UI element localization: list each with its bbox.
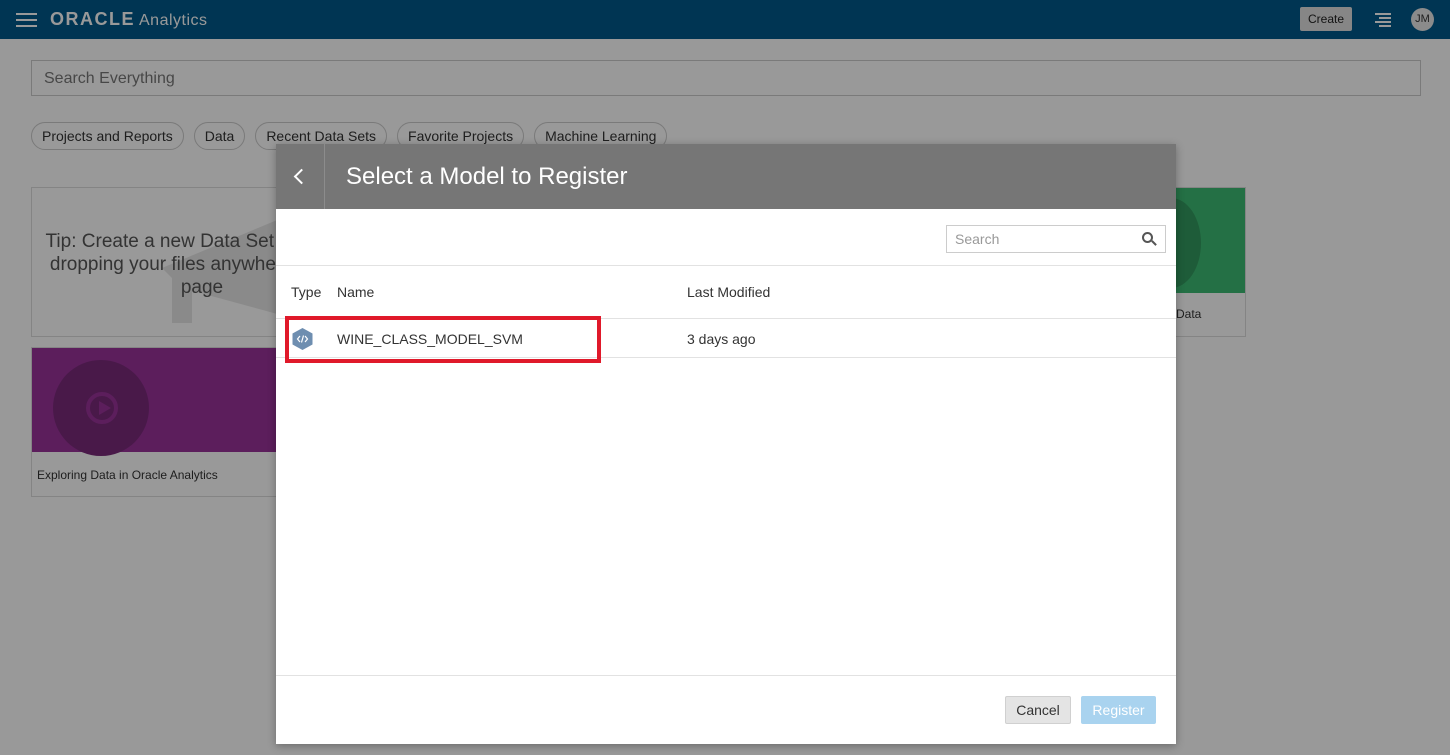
cancel-button[interactable]: Cancel xyxy=(1005,696,1071,724)
column-header-name[interactable]: Name xyxy=(337,284,374,300)
column-header-type[interactable]: Type xyxy=(291,284,321,300)
footer-divider xyxy=(276,675,1176,676)
back-chevron-icon[interactable] xyxy=(276,144,325,209)
highlight-box xyxy=(285,316,601,363)
search-icon[interactable] xyxy=(1142,232,1157,246)
row-last-modified: 3 days ago xyxy=(687,331,756,347)
register-button[interactable]: Register xyxy=(1081,696,1156,724)
register-model-dialog: Select a Model to Register Type Name Las… xyxy=(276,144,1176,744)
dialog-search-input[interactable] xyxy=(947,226,1127,252)
divider xyxy=(276,265,1176,266)
dialog-title: Select a Model to Register xyxy=(346,163,628,190)
dialog-header: Select a Model to Register xyxy=(276,144,1176,209)
column-header-last-modified[interactable]: Last Modified xyxy=(687,284,770,300)
dialog-search-box xyxy=(946,225,1166,253)
